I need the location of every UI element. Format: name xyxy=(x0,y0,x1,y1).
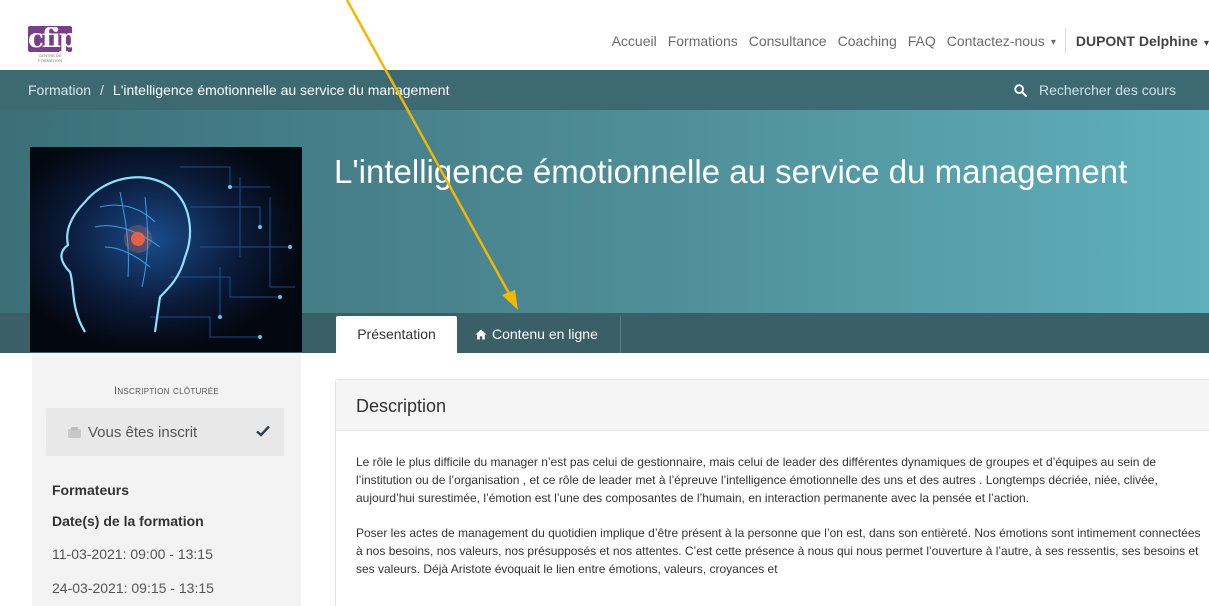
breadcrumb: Formation / L'intelligence émotionnelle au… xyxy=(28,82,449,98)
description-header: Description xyxy=(336,380,1209,431)
enrolled-status: Vous êtes inscrit xyxy=(46,408,284,456)
description-paragraph: Poser les actes de management du quotidi… xyxy=(356,526,1201,576)
nav-coaching[interactable]: Coaching xyxy=(838,33,897,49)
brain-circuit-illustration xyxy=(30,147,302,352)
breadcrumb-bar: Formation / L'intelligence émotionnelle au… xyxy=(0,70,1209,110)
top-navbar: cfip CENTRE DE FORMATION Accueil Formati… xyxy=(0,0,1209,70)
logo-mark: cfip xyxy=(28,24,77,54)
breadcrumb-separator: / xyxy=(100,82,104,98)
logo-tagline: CENTRE DE FORMATION xyxy=(38,53,62,63)
session-date: 11-03-2021: 09:00 - 13:15 xyxy=(52,546,213,562)
tab-presentation[interactable]: Présentation xyxy=(336,316,457,353)
course-title: L'intelligence émotionnelle au service d… xyxy=(334,153,1128,190)
tab-online-content[interactable]: Contenu en ligne xyxy=(457,316,621,353)
description-heading: Description xyxy=(356,396,447,416)
course-search[interactable]: Rechercher des cours xyxy=(1014,82,1176,98)
course-sidebar: Inscription clôturée Vous êtes inscrit F… xyxy=(32,353,301,606)
enrolled-text: Vous êtes inscrit xyxy=(88,423,198,441)
tab-online-label: Contenu en ligne xyxy=(492,326,598,342)
course-image xyxy=(30,147,302,352)
check-icon xyxy=(256,425,270,437)
home-icon xyxy=(475,329,487,340)
nav-divider xyxy=(1064,28,1066,54)
description-panel: Description Le rôle le plus difficile du… xyxy=(335,379,1209,606)
description-body: Le rôle le plus difficile du manager n’e… xyxy=(356,453,1204,595)
nav-consultance[interactable]: Consultance xyxy=(749,33,827,49)
nav-faq[interactable]: FAQ xyxy=(908,33,936,49)
ticket-icon xyxy=(68,426,81,438)
breadcrumb-root[interactable]: Formation xyxy=(28,82,91,98)
search-placeholder: Rechercher des cours xyxy=(1039,82,1176,98)
nav-accueil[interactable]: Accueil xyxy=(612,33,657,49)
nav-formations[interactable]: Formations xyxy=(668,33,738,49)
user-menu[interactable]: DUPONT Delphine xyxy=(1076,33,1209,49)
search-icon xyxy=(1014,83,1027,97)
session-date: 24-03-2021: 09:15 - 13:15 xyxy=(52,580,214,596)
site-logo[interactable]: cfip CENTRE DE FORMATION xyxy=(28,24,77,63)
main-nav: Accueil Formations Consultance Coaching … xyxy=(601,28,1209,54)
dates-heading: Date(s) de la formation xyxy=(52,513,204,529)
nav-contact-dropdown[interactable]: Contactez-nous xyxy=(947,33,1056,49)
description-paragraph: Le rôle le plus difficile du manager n’e… xyxy=(356,455,1158,505)
trainers-heading: Formateurs xyxy=(52,482,130,498)
breadcrumb-current: L'intelligence émotionnelle au service d… xyxy=(112,82,450,98)
registration-status: Inscription clôturée xyxy=(113,385,219,397)
